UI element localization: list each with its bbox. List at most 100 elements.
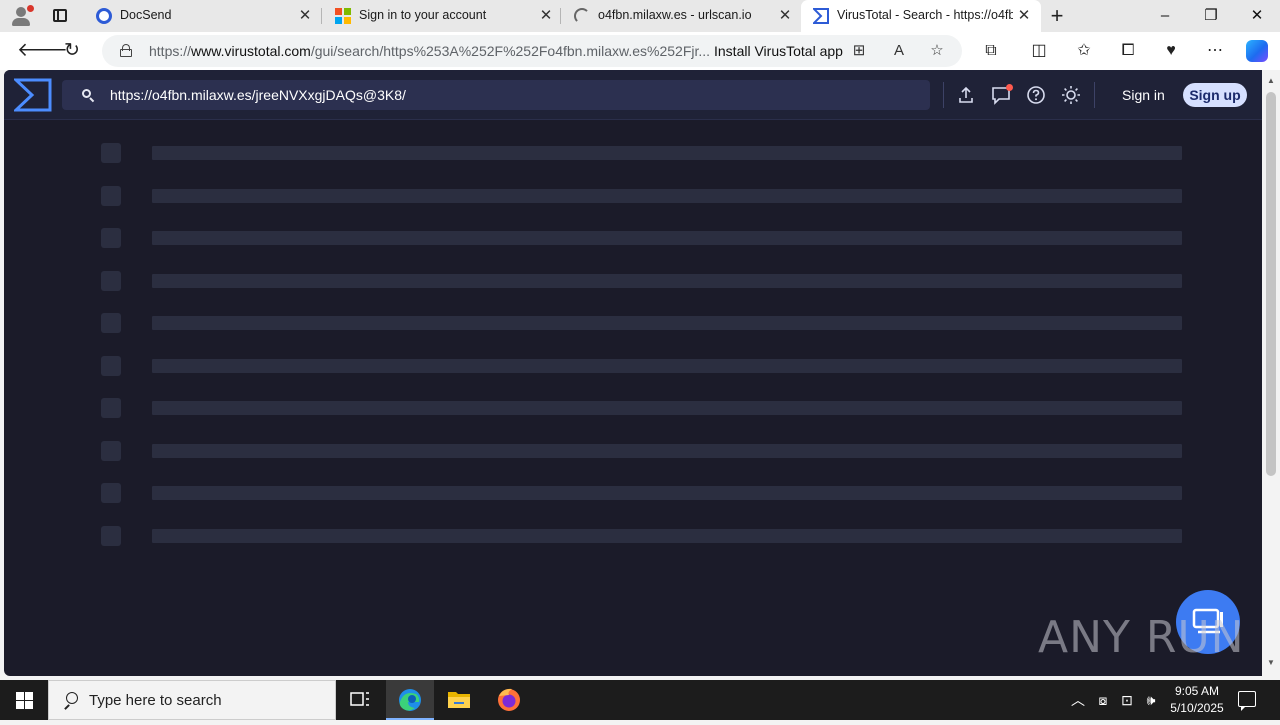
sign-up-button[interactable]: Sign up [1183, 83, 1247, 107]
skeleton-checkbox [101, 525, 121, 546]
docsend-icon [96, 8, 112, 24]
start-button[interactable] [0, 680, 48, 720]
skeleton-checkbox [101, 440, 121, 461]
tray-device-icon[interactable]: ⧇ [1094, 691, 1112, 709]
notification-dot [1006, 84, 1013, 91]
split-screen-icon[interactable]: ◫ [1029, 41, 1049, 61]
tab-urlscan[interactable]: o4fbn.milaxw.es - urlscan.io ✕ [562, 0, 800, 32]
skeleton-row [4, 398, 1262, 418]
new-tab-icon[interactable]: + [1046, 5, 1068, 27]
tab-title: o4fbn.milaxw.es - urlscan.io [598, 8, 752, 22]
read-aloud-icon[interactable]: A [890, 42, 908, 60]
tab-close-icon[interactable]: ✕ [296, 7, 314, 25]
anyrun-watermark: ANY RUN [1038, 612, 1245, 663]
tray-chevron-icon[interactable]: ︿ [1069, 691, 1087, 709]
skeleton-bar [152, 486, 1182, 500]
skeleton-bar [152, 231, 1182, 245]
search-bar[interactable]: https://o4fbn.milaxw.es/jreeNVXxgjDAQs@3… [62, 80, 930, 110]
browser-tab-strip: DocSend ✕ Sign in to your account ✕ o4fb… [0, 0, 1280, 32]
windows-logo-icon [16, 692, 33, 709]
skeleton-checkbox [101, 355, 121, 376]
skeleton-row [4, 440, 1262, 461]
copilot-icon[interactable] [1246, 40, 1268, 62]
tab-close-icon[interactable]: ✕ [537, 7, 555, 25]
tab-title: DocSend [120, 8, 172, 22]
browser-essentials-icon[interactable]: ♥ [1161, 41, 1181, 61]
help-icon[interactable] [1025, 84, 1047, 106]
clock-time: 9:05 AM [1174, 684, 1220, 698]
address-bar[interactable]: https://www.virustotal.com/gui/search/ht… [102, 35, 962, 67]
skeleton-row [4, 143, 1262, 163]
skeleton-bar [152, 401, 1182, 415]
windows-taskbar: Type here to search ︿ ⧇ ⊡ 🕪 9:05 AM 5/10… [0, 680, 1280, 720]
upload-icon[interactable] [955, 84, 977, 106]
task-view-icon[interactable] [336, 680, 384, 720]
virustotal-logo[interactable] [12, 78, 52, 112]
sign-in-link[interactable]: Sign in [1122, 87, 1165, 103]
skeleton-bar [152, 443, 1182, 458]
skeleton-row [4, 355, 1262, 376]
back-arrow-icon[interactable]: 🡐 [17, 40, 68, 62]
virustotal-header: https://o4fbn.milaxw.es/jreeNVXxgjDAQs@3… [4, 70, 1262, 120]
favorites-icon[interactable]: ✩ [1074, 41, 1094, 61]
scrollbar-thumb[interactable] [1266, 92, 1276, 476]
skeleton-checkbox [101, 143, 121, 163]
search-icon [82, 89, 95, 103]
scroll-down-icon[interactable]: ▼ [1266, 658, 1276, 667]
taskbar-search-placeholder: Type here to search [89, 692, 222, 709]
taskbar-search[interactable]: Type here to search [48, 680, 336, 720]
skeleton-checkbox [101, 185, 121, 206]
search-input[interactable]: https://o4fbn.milaxw.es/jreeNVXxgjDAQs@3… [110, 87, 406, 103]
tab-close-icon[interactable]: ✕ [1015, 7, 1033, 25]
scroll-up-icon[interactable]: ▲ [1266, 76, 1276, 85]
loading-skeleton [4, 121, 1262, 676]
search-icon [63, 692, 79, 710]
tab-microsoft-signin[interactable]: Sign in to your account ✕ [323, 0, 561, 32]
skeleton-row [4, 270, 1262, 291]
page-scrollbar[interactable]: ▲ ▼ [1262, 70, 1280, 676]
skeleton-checkbox [101, 313, 121, 333]
close-window-button[interactable]: ✕ [1234, 0, 1280, 32]
skeleton-bar [152, 273, 1182, 288]
url-text[interactable]: https://www.virustotal.com/gui/search/ht… [149, 43, 709, 59]
microsoft-icon [335, 8, 351, 24]
notifications-icon[interactable] [1238, 691, 1256, 711]
skeleton-row [4, 313, 1262, 333]
tab-title: Sign in to your account [359, 8, 487, 22]
page-viewport: https://o4fbn.milaxw.es/jreeNVXxgjDAQs@3… [4, 70, 1262, 676]
file-explorer-icon[interactable] [435, 680, 483, 720]
skeleton-row [4, 525, 1262, 546]
lock-icon [120, 44, 132, 57]
network-icon[interactable]: ⊡ [1118, 691, 1136, 709]
install-app-label[interactable]: Install VirusTotal app [714, 43, 843, 59]
tab-actions-icon[interactable] [50, 6, 70, 26]
edge-icon[interactable] [386, 680, 434, 720]
skeleton-checkbox [101, 228, 121, 248]
tab-title: VirusTotal - Search - https://o4fbn [837, 8, 1013, 22]
system-clock[interactable]: 9:05 AM 5/10/2025 [1162, 683, 1232, 717]
extensions-icon[interactable]: ⧉ [981, 41, 1001, 61]
skeleton-row [4, 228, 1262, 248]
collections-icon[interactable]: ⧠ [1118, 41, 1138, 61]
skeleton-row [4, 483, 1262, 503]
app-install-icon[interactable]: ⊞ [850, 42, 868, 60]
skeleton-bar [152, 316, 1182, 330]
skeleton-row [4, 185, 1262, 206]
restore-button[interactable]: ❐ [1188, 0, 1234, 32]
favorite-star-icon[interactable]: ☆ [928, 42, 946, 60]
more-options-icon[interactable]: ⋯ [1205, 41, 1225, 61]
skeleton-bar [152, 146, 1182, 160]
volume-icon[interactable]: 🕪 [1142, 691, 1160, 709]
theme-toggle-icon[interactable] [1060, 84, 1082, 106]
tab-close-icon[interactable]: ✕ [776, 7, 794, 25]
tab-docsend[interactable]: DocSend ✕ [84, 0, 322, 32]
skeleton-checkbox [101, 398, 121, 418]
browser-toolbar: 🡐 ↻ https://www.virustotal.com/gui/searc… [0, 32, 1280, 70]
firefox-icon[interactable] [485, 680, 533, 720]
minimize-button[interactable]: – [1142, 0, 1188, 32]
tab-virustotal[interactable]: VirusTotal - Search - https://o4fbn ✕ [801, 0, 1041, 32]
refresh-icon[interactable]: ↻ [61, 40, 83, 62]
profile-avatar-icon[interactable] [10, 4, 34, 28]
skeleton-checkbox [101, 270, 121, 291]
virustotal-icon [811, 8, 829, 24]
